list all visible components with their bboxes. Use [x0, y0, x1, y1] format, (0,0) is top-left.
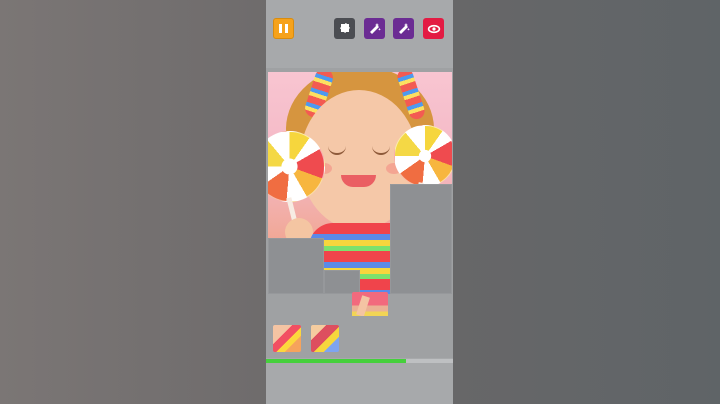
empty-piece-slot [390, 184, 452, 294]
eye-icon [427, 24, 440, 33]
progress-track [266, 359, 453, 363]
tray-piece[interactable] [273, 325, 301, 352]
tray-piece[interactable] [311, 325, 339, 352]
right-lollipop [394, 125, 452, 187]
progress-fill [266, 359, 407, 363]
pause-icon [285, 24, 288, 33]
magic-button[interactable] [364, 18, 385, 39]
pause-icon [279, 24, 282, 33]
empty-piece-slot [268, 238, 324, 294]
empty-piece-slot [324, 270, 360, 294]
pause-button[interactable] [273, 18, 294, 39]
magic-icon [369, 22, 381, 34]
magic-icon [398, 22, 410, 34]
puzzle-piece-icon [339, 22, 350, 33]
magic-button[interactable] [393, 18, 414, 39]
preview-button[interactable] [423, 18, 444, 39]
game-screen [266, 0, 453, 404]
puzzle-board[interactable] [268, 72, 452, 294]
piece-hint-button[interactable] [334, 18, 355, 39]
